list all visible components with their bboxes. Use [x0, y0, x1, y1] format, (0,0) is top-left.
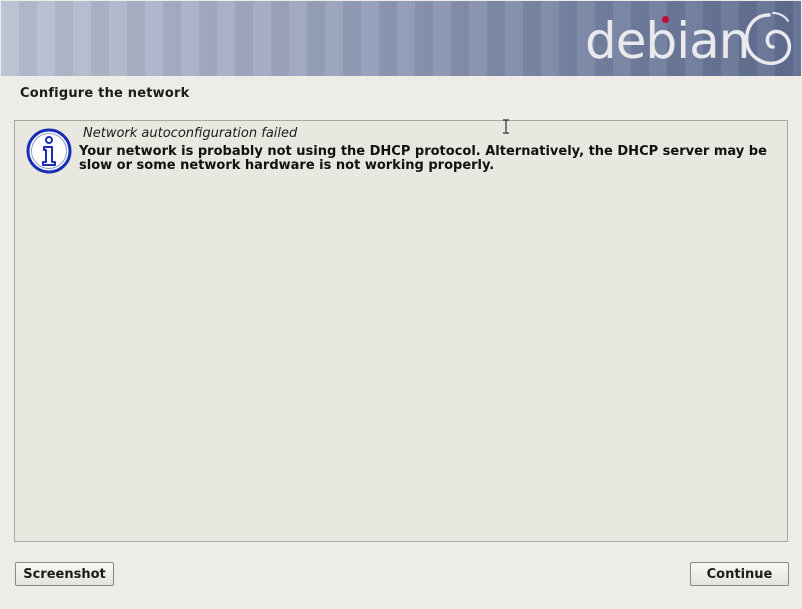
message-title: Network autoconfiguration failed	[83, 126, 298, 141]
installer-window: debian Configure the network Network aut…	[0, 0, 802, 609]
page-title: Configure the network	[20, 86, 190, 101]
debian-banner: debian	[1, 1, 801, 76]
continue-button[interactable]: Continue	[690, 562, 789, 586]
screenshot-button[interactable]: Screenshot	[15, 562, 114, 586]
debian-logo-dot	[662, 16, 669, 23]
message-body: Your network is probably not using the D…	[79, 144, 767, 173]
info-icon	[26, 128, 72, 174]
message-panel: Network autoconfiguration failed Your ne…	[14, 120, 788, 542]
debian-swirl-icon	[744, 12, 792, 66]
text-cursor-icon	[503, 119, 509, 134]
